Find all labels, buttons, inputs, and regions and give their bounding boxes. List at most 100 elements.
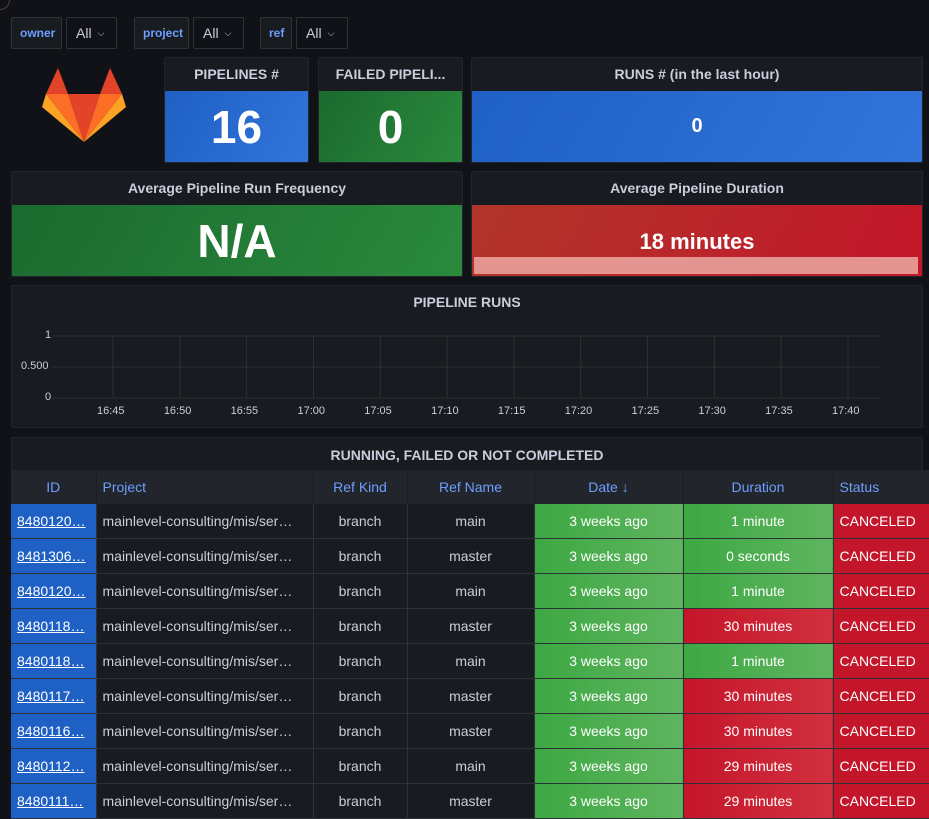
panel-title: RUNS # (in the last hour) — [614, 65, 780, 82]
cell-project: mainlevel-consulting/mis/ser… — [96, 608, 314, 644]
table-row: 8480118… mainlevel-consulting/mis/ser… bra… — [11, 608, 929, 644]
pipeline-id-link[interactable]: 8480116… — [17, 723, 84, 739]
cell-duration: 30 minutes — [683, 713, 834, 749]
table-title: RUNNING, FAILED OR NOT COMPLETED — [330, 446, 604, 463]
x-tick: 17:05 — [364, 405, 392, 417]
cell-date: 3 weeks ago — [534, 643, 684, 679]
stat-panel-pipelines: PIPELINES # 16 — [164, 57, 309, 163]
x-tick: 17:35 — [765, 405, 793, 417]
x-tick: 16:45 — [97, 405, 125, 417]
x-tick: 17:15 — [497, 405, 526, 417]
y-tick: 0 — [45, 391, 52, 403]
cell-ref-name: master — [407, 783, 535, 819]
stat-panel-failed: FAILED PIPELI... 0 — [318, 57, 463, 163]
cell-project: mainlevel-consulting/mis/ser… — [96, 538, 314, 574]
cell-id: 8481306… — [11, 538, 97, 574]
cell-date: 3 weeks ago — [534, 608, 684, 644]
variable-select-owner[interactable]: All ⌵ — [66, 17, 117, 49]
cell-duration: 0 seconds — [683, 538, 834, 574]
chevron-down-icon: ⌵ — [224, 27, 232, 38]
table-row: 8480120… mainlevel-consulting/mis/ser… bra… — [11, 573, 929, 609]
cell-date: 3 weeks ago — [534, 573, 684, 609]
cell-ref-name: main — [407, 504, 535, 539]
cell-duration: 30 minutes — [683, 608, 834, 644]
cell-duration: 30 minutes — [683, 678, 834, 714]
x-tick: 17:40 — [832, 405, 860, 417]
cell-ref-name: master — [407, 678, 535, 714]
pipeline-id-link[interactable]: 8480111… — [17, 793, 83, 809]
stat-value-failed: 0 — [319, 91, 462, 162]
cell-date: 3 weeks ago — [534, 538, 684, 574]
column-header-project[interactable]: Project — [96, 470, 314, 504]
cell-ref-kind: branch — [313, 608, 408, 644]
pipeline-id-link[interactable]: 8480112… — [17, 758, 84, 774]
cell-ref-kind: branch — [313, 713, 408, 749]
x-tick: 16:50 — [163, 405, 192, 417]
y-tick: 0.500 — [21, 360, 49, 372]
cell-date: 3 weeks ago — [534, 783, 684, 819]
cell-status: CANCELED — [833, 748, 929, 784]
pipeline-id-link[interactable]: 8480118… — [17, 618, 84, 634]
column-header-date[interactable]: Date ↓ — [534, 470, 684, 504]
stat-value-pipelines: 16 — [165, 91, 308, 162]
gitlab-fox-icon — [42, 68, 126, 142]
cell-date: 3 weeks ago — [534, 713, 684, 749]
table-row: 8480117… mainlevel-consulting/mis/ser… bra… — [11, 678, 929, 714]
stat-panel-frequency: Average Pipeline Run Frequency N/A — [11, 171, 463, 277]
cell-duration: 1 minute — [683, 643, 834, 679]
table-row: 8480118… mainlevel-consulting/mis/ser… bra… — [11, 643, 929, 679]
y-tick: 1 — [45, 329, 52, 341]
cell-ref-kind: branch — [313, 748, 408, 784]
gitlab-logo — [42, 68, 126, 144]
x-tick: 17:25 — [631, 405, 660, 417]
table-row: 8480111… mainlevel-consulting/mis/ser… bra… — [11, 783, 929, 819]
variable-label-owner: owner — [11, 17, 62, 49]
cell-duration: 29 minutes — [683, 748, 834, 784]
cell-ref-kind: branch — [313, 783, 408, 819]
column-header-ref-name[interactable]: Ref Name — [407, 470, 535, 504]
corner-scroll-indicator — [0, 0, 10, 10]
table-row: 8480120… mainlevel-consulting/mis/ser… bra… — [11, 504, 929, 539]
column-header-ref-kind[interactable]: Ref Kind — [313, 470, 408, 504]
cell-id: 8480120… — [11, 573, 97, 609]
pipeline-id-link[interactable]: 8481306… — [17, 548, 86, 564]
cell-ref-kind: branch — [313, 504, 408, 539]
variable-select-ref[interactable]: All ⌵ — [296, 17, 348, 49]
cell-date: 3 weeks ago — [534, 748, 684, 784]
cell-status: CANCELED — [833, 538, 929, 574]
cell-id: 8480117… — [11, 678, 97, 714]
panel-title: Average Pipeline Duration — [610, 179, 784, 196]
cell-id: 8480120… — [11, 504, 97, 539]
cell-ref-name: master — [407, 538, 535, 574]
table-row: 8481306… mainlevel-consulting/mis/ser… bra… — [11, 538, 929, 574]
x-tick: 17:10 — [431, 405, 459, 417]
pipeline-id-link[interactable]: 8480117… — [17, 688, 84, 704]
variable-value-ref: All — [306, 25, 322, 41]
column-header-status[interactable]: Status — [833, 470, 929, 504]
cell-project: mainlevel-consulting/mis/ser… — [96, 713, 314, 749]
cell-project: mainlevel-consulting/mis/ser… — [96, 504, 314, 539]
cell-status: CANCELED — [833, 504, 929, 539]
variable-value-project: All — [203, 25, 219, 41]
pipeline-id-link[interactable]: 8480118… — [17, 653, 84, 669]
cell-duration: 1 minute — [683, 504, 834, 539]
cell-ref-kind: branch — [313, 643, 408, 679]
cell-ref-name: master — [407, 608, 535, 644]
variable-select-project[interactable]: All ⌵ — [193, 17, 244, 49]
cell-project: mainlevel-consulting/mis/ser… — [96, 678, 314, 714]
table-header-row: ID Project Ref Kind Ref Name Date ↓ Dura… — [11, 470, 929, 504]
column-header-id[interactable]: ID — [11, 470, 97, 504]
column-header-duration[interactable]: Duration — [683, 470, 834, 504]
cell-ref-name: main — [407, 573, 535, 609]
pipeline-id-link[interactable]: 8480120… — [17, 583, 86, 599]
cell-status: CANCELED — [833, 608, 929, 644]
cell-status: CANCELED — [833, 678, 929, 714]
x-tick: 17:00 — [297, 405, 325, 417]
table-row: 8480116… mainlevel-consulting/mis/ser… bra… — [11, 713, 929, 749]
cell-id: 8480112… — [11, 748, 97, 784]
chart-panel-pipeline-runs: PIPELINE RUNS 1 0.500 0 16:45 16:50 16:55 1… — [11, 285, 923, 428]
cell-project: mainlevel-consulting/mis/ser… — [96, 783, 314, 819]
panel-title: FAILED PIPELI... — [335, 65, 446, 82]
pipeline-id-link[interactable]: 8480120… — [17, 513, 86, 529]
cell-status: CANCELED — [833, 783, 929, 819]
